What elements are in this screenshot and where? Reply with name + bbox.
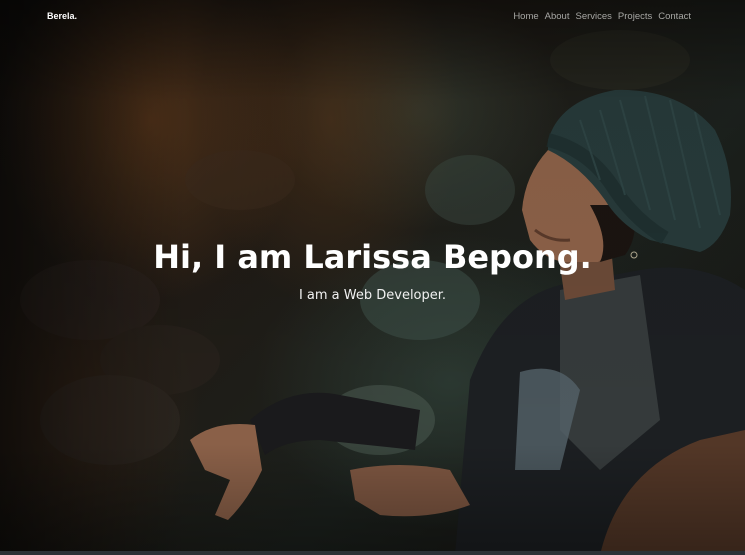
top-navbar: Berela. Home About Services Projects Con…	[0, 0, 745, 34]
hero-title: Hi, I am Larissa Bepong.	[153, 238, 592, 276]
nav-link-about[interactable]: About	[545, 11, 570, 22]
nav-link-projects[interactable]: Projects	[618, 11, 652, 22]
hero-section: Berela. Home About Services Projects Con…	[0, 0, 745, 555]
nav-menu: Home About Services Projects Contact	[513, 11, 691, 22]
nav-link-home[interactable]: Home	[513, 11, 538, 22]
brand-logo[interactable]: Berela.	[47, 11, 77, 21]
nav-link-services[interactable]: Services	[575, 11, 611, 22]
nav-link-contact[interactable]: Contact	[658, 11, 691, 22]
hero-subtitle: I am a Web Developer.	[298, 288, 447, 303]
hero-text: Hi, I am Larissa Bepong. I am a Web Deve…	[0, 238, 745, 303]
bottom-divider	[0, 551, 745, 555]
